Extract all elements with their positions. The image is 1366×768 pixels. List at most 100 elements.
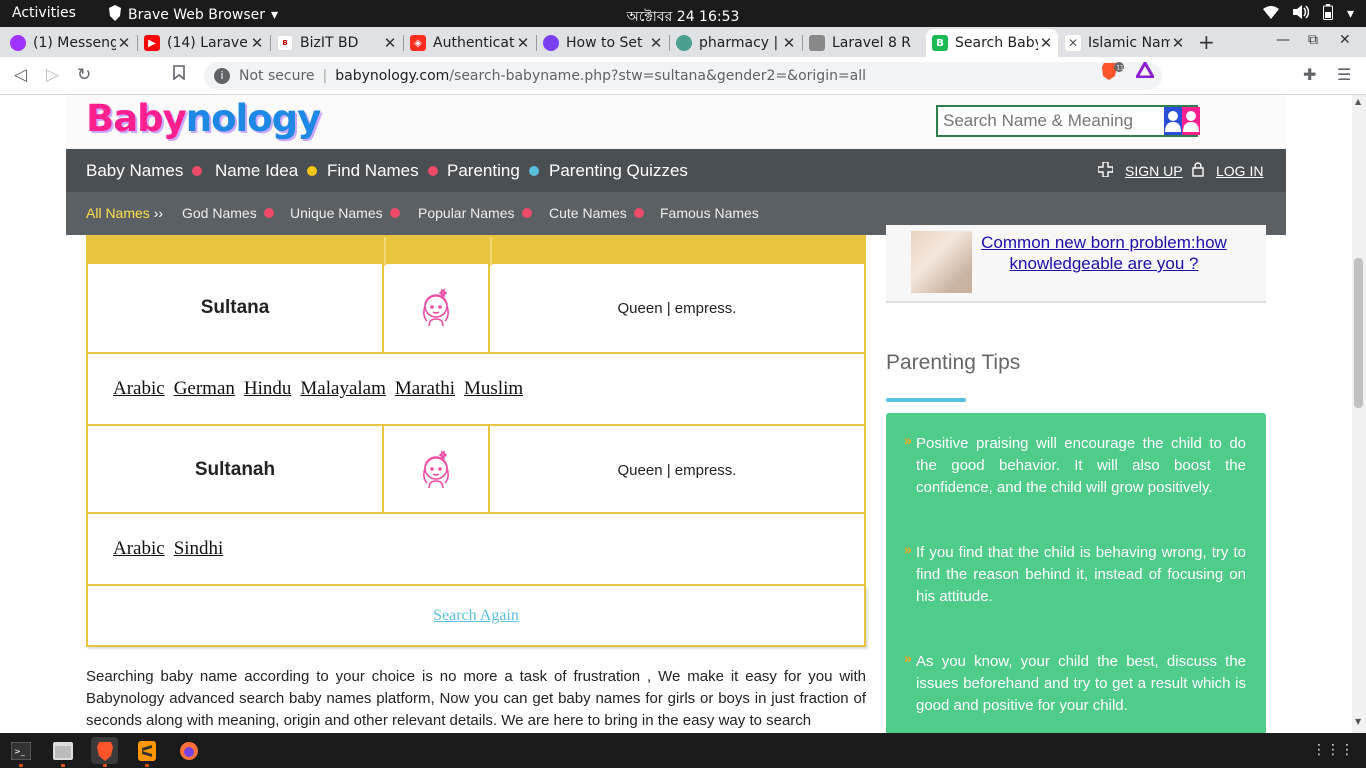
name-meaning: Queen | empress. [617,299,737,317]
babynology-icon: B [932,35,948,51]
search-girl-button[interactable] [1182,107,1200,135]
heading-underline [886,398,966,402]
submenu-popular-names[interactable]: Popular Names [418,205,532,221]
origin-link[interactable]: German [174,378,235,400]
submenu-label: Cute Names [549,205,627,221]
tab-title: pharmacy | [699,35,779,51]
back-button[interactable]: ◁ [14,65,27,85]
tips-heading: Parenting Tips [886,351,1021,374]
pharmacy-icon [676,35,692,51]
sign-up-link[interactable]: SIGN UP [1097,161,1183,180]
activities-button[interactable]: Activities [12,5,76,21]
close-icon[interactable]: ✕ [515,34,531,52]
chevron-right-icon: » [904,432,912,448]
origin-link[interactable]: Arabic [113,378,165,400]
tab-strip: (1) Messenger ✕ ▶ (14) Laravel ✕ B BizIT… [0,27,1366,57]
close-icon[interactable]: ✕ [781,34,797,52]
brave-launcher[interactable] [91,737,118,767]
search-boy-button[interactable] [1164,107,1182,135]
tab-how-to-set[interactable]: How to Set ✕ [537,29,668,57]
close-icon[interactable]: ✕ [382,34,398,52]
svg-text:>_: >_ [14,747,26,756]
origin-link[interactable]: Marathi [395,378,455,400]
chevron-right-icon: » [904,541,912,557]
tab-islamic-names[interactable]: ✕ Islamic Nam ✕ [1059,29,1190,57]
scroll-up-arrow[interactable]: ▲ [1355,97,1361,106]
close-window-button[interactable]: ✕ [1339,32,1351,48]
maximize-button[interactable]: ⧉ [1308,32,1318,48]
submenu-label: Famous Names [660,205,759,221]
tab-title: Laravel 8 R [832,35,912,51]
menu-baby-names[interactable]: Baby Names [86,161,203,181]
tab-search-baby[interactable]: B Search Baby ✕ [926,29,1058,57]
site-logo[interactable]: Babynology [86,97,321,140]
menu-label: Find Names [327,161,419,180]
submenu-all-names[interactable]: All Names ›› [86,205,163,221]
terminal-launcher[interactable]: >_ [7,737,34,767]
tab-messenger[interactable]: (1) Messenger ✕ [4,29,136,57]
tab-bizit[interactable]: B BizIT BD ✕ [271,29,402,57]
menu-find-names[interactable]: Find Names [327,161,438,181]
close-icon[interactable]: ✕ [116,34,132,52]
sublime-text-launcher[interactable] [133,737,160,767]
firefox-launcher[interactable] [175,737,202,764]
menu-icon[interactable]: ☰ [1337,65,1351,84]
new-tab-button[interactable]: + [1198,30,1215,54]
name-meaning: Queen | empress. [617,461,737,479]
bookmark-icon[interactable] [173,65,185,85]
wifi-icon [1262,5,1279,23]
article-thumbnail[interactable] [911,231,972,293]
forward-button[interactable]: ▷ [46,65,59,85]
battery-icon [1322,4,1333,24]
laravel-icon: ◈ [410,35,426,51]
menu-parenting[interactable]: Parenting [447,161,539,181]
address-bar[interactable]: i Not secure | babynology.com/search-bab… [204,62,1162,90]
app-grid-button[interactable]: ⋮⋮⋮ [1312,742,1354,758]
main-menu: Baby Names Name Idea Find Names Parentin… [66,149,1286,192]
submenu-label: Popular Names [418,205,515,221]
origin-link[interactable]: Sindhi [174,538,224,560]
tab-authentication[interactable]: ◈ Authentication ✕ [404,29,535,57]
search-again-row: Search Again [86,586,866,647]
brave-rewards-icon[interactable] [1134,59,1156,82]
baby-name[interactable]: Sultana [88,264,384,352]
submenu-god-names[interactable]: God Names [182,205,274,221]
system-tray[interactable]: ▾ [1262,4,1354,24]
info-icon[interactable]: i [214,68,230,84]
scrollbar-thumb[interactable] [1354,258,1363,408]
app-menu[interactable]: Brave Web Browser ▾ [108,5,278,25]
close-icon[interactable]: ✕ [1170,34,1186,52]
scroll-down-arrow[interactable]: ▼ [1355,717,1361,726]
chevron-down-icon: ▾ [271,7,279,23]
close-icon[interactable]: ✕ [249,34,265,52]
tab-laravel8[interactable]: Laravel 8 R [803,29,924,57]
lock-icon [1192,162,1204,180]
article-link[interactable]: Common new born problem:how knowledgeabl… [972,232,1236,274]
files-launcher[interactable] [49,737,76,767]
origin-link[interactable]: Hindu [244,378,292,400]
youtube-icon: ▶ [144,35,160,51]
tab-pharmacy[interactable]: pharmacy | ✕ [670,29,801,57]
brave-shields-icon[interactable]: 11 [1102,62,1124,84]
close-icon[interactable]: ✕ [648,34,664,52]
baby-name[interactable]: Sultanah [88,426,384,514]
close-icon[interactable]: ✕ [1038,34,1054,52]
origin-link[interactable]: Malayalam [300,378,385,400]
page-scrollbar[interactable]: ▲ ▼ [1352,95,1366,733]
search-input[interactable] [938,107,1164,135]
origin-link[interactable]: Muslim [464,378,523,400]
origin-link[interactable]: Arabic [113,538,165,560]
submenu-cute-names[interactable]: Cute Names [549,205,644,221]
submenu-label: All Names [86,205,150,221]
menu-label: Parenting [447,161,520,180]
tab-laravel-youtube[interactable]: ▶ (14) Laravel ✕ [138,29,269,57]
log-in-link[interactable]: LOG IN [1192,162,1263,180]
reload-button[interactable]: ↻ [77,65,91,85]
minimize-button[interactable]: — [1276,32,1290,48]
search-again-link[interactable]: Search Again [433,607,519,625]
submenu-famous-names[interactable]: Famous Names [660,205,759,221]
menu-parenting-quizzes[interactable]: Parenting Quizzes [549,161,688,181]
extensions-icon[interactable]: ✚ [1303,65,1316,84]
menu-name-idea[interactable]: Name Idea [215,161,318,181]
submenu-unique-names[interactable]: Unique Names [290,205,400,221]
